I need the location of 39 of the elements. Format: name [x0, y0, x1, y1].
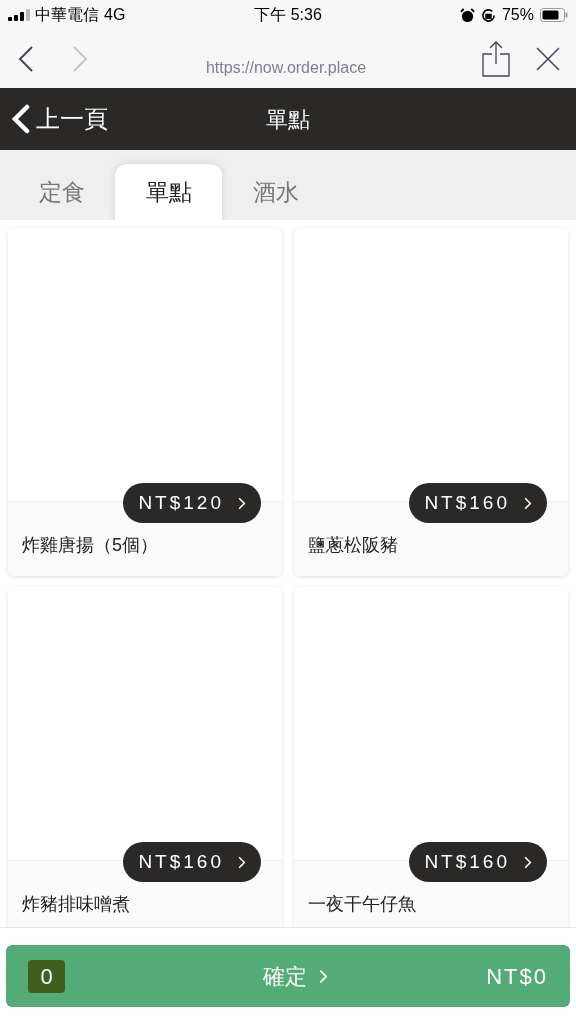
menu-card[interactable]: NT$160 一夜干午仔魚 [294, 587, 568, 927]
rotation-lock-icon [480, 7, 496, 23]
menu-card[interactable]: NT$160 鹽蔥松阪豬 [294, 228, 568, 576]
chevron-right-icon [319, 968, 329, 984]
close-icon[interactable] [536, 47, 560, 71]
item-count: 0 [28, 959, 65, 993]
price-button[interactable]: NT$160 [409, 842, 547, 882]
chevron-right-icon [238, 496, 246, 510]
category-tab[interactable]: 酒水 [222, 164, 329, 220]
price-button[interactable]: NT$160 [123, 842, 261, 882]
category-tab[interactable]: 定食 [8, 164, 115, 220]
back-button[interactable] [16, 44, 36, 74]
menu-card[interactable]: NT$160 炸豬排味噌煮 [8, 587, 282, 927]
item-name: 炸雞唐揚（5個） [22, 533, 158, 557]
back-link[interactable]: 上一頁 [10, 101, 108, 137]
item-name: 一夜干午仔魚 [308, 892, 416, 916]
price-button[interactable]: NT$120 [123, 483, 261, 523]
chevron-right-icon [238, 855, 246, 869]
confirm-label: 確定 [263, 962, 308, 991]
confirm-button[interactable]: 0 確定 NT$0 [6, 945, 570, 1007]
signal-icon [8, 9, 30, 21]
battery-icon [540, 8, 568, 22]
network-label: 4G [104, 5, 126, 25]
price-button[interactable]: NT$160 [409, 483, 547, 523]
battery-percent: 75% [501, 5, 534, 25]
chevron-left-icon [10, 104, 32, 134]
clock: 下午 5:36 [254, 5, 322, 25]
chevron-right-icon [524, 496, 532, 510]
share-icon[interactable] [482, 41, 510, 77]
menu-card[interactable]: NT$120 炸雞唐揚（5個） [8, 228, 282, 576]
chevron-right-icon [524, 855, 532, 869]
alarm-icon [459, 7, 475, 23]
item-name: 鹽蔥松阪豬 [308, 533, 398, 557]
item-name: 炸豬排味噌煮 [22, 892, 130, 916]
url-label: https://now.order.place [205, 58, 367, 78]
total-price: NT$0 [486, 962, 548, 991]
page-title: 單點 [266, 105, 310, 134]
category-tab[interactable]: 單點 [115, 164, 222, 220]
carrier-label: 中華電信 [35, 5, 99, 25]
